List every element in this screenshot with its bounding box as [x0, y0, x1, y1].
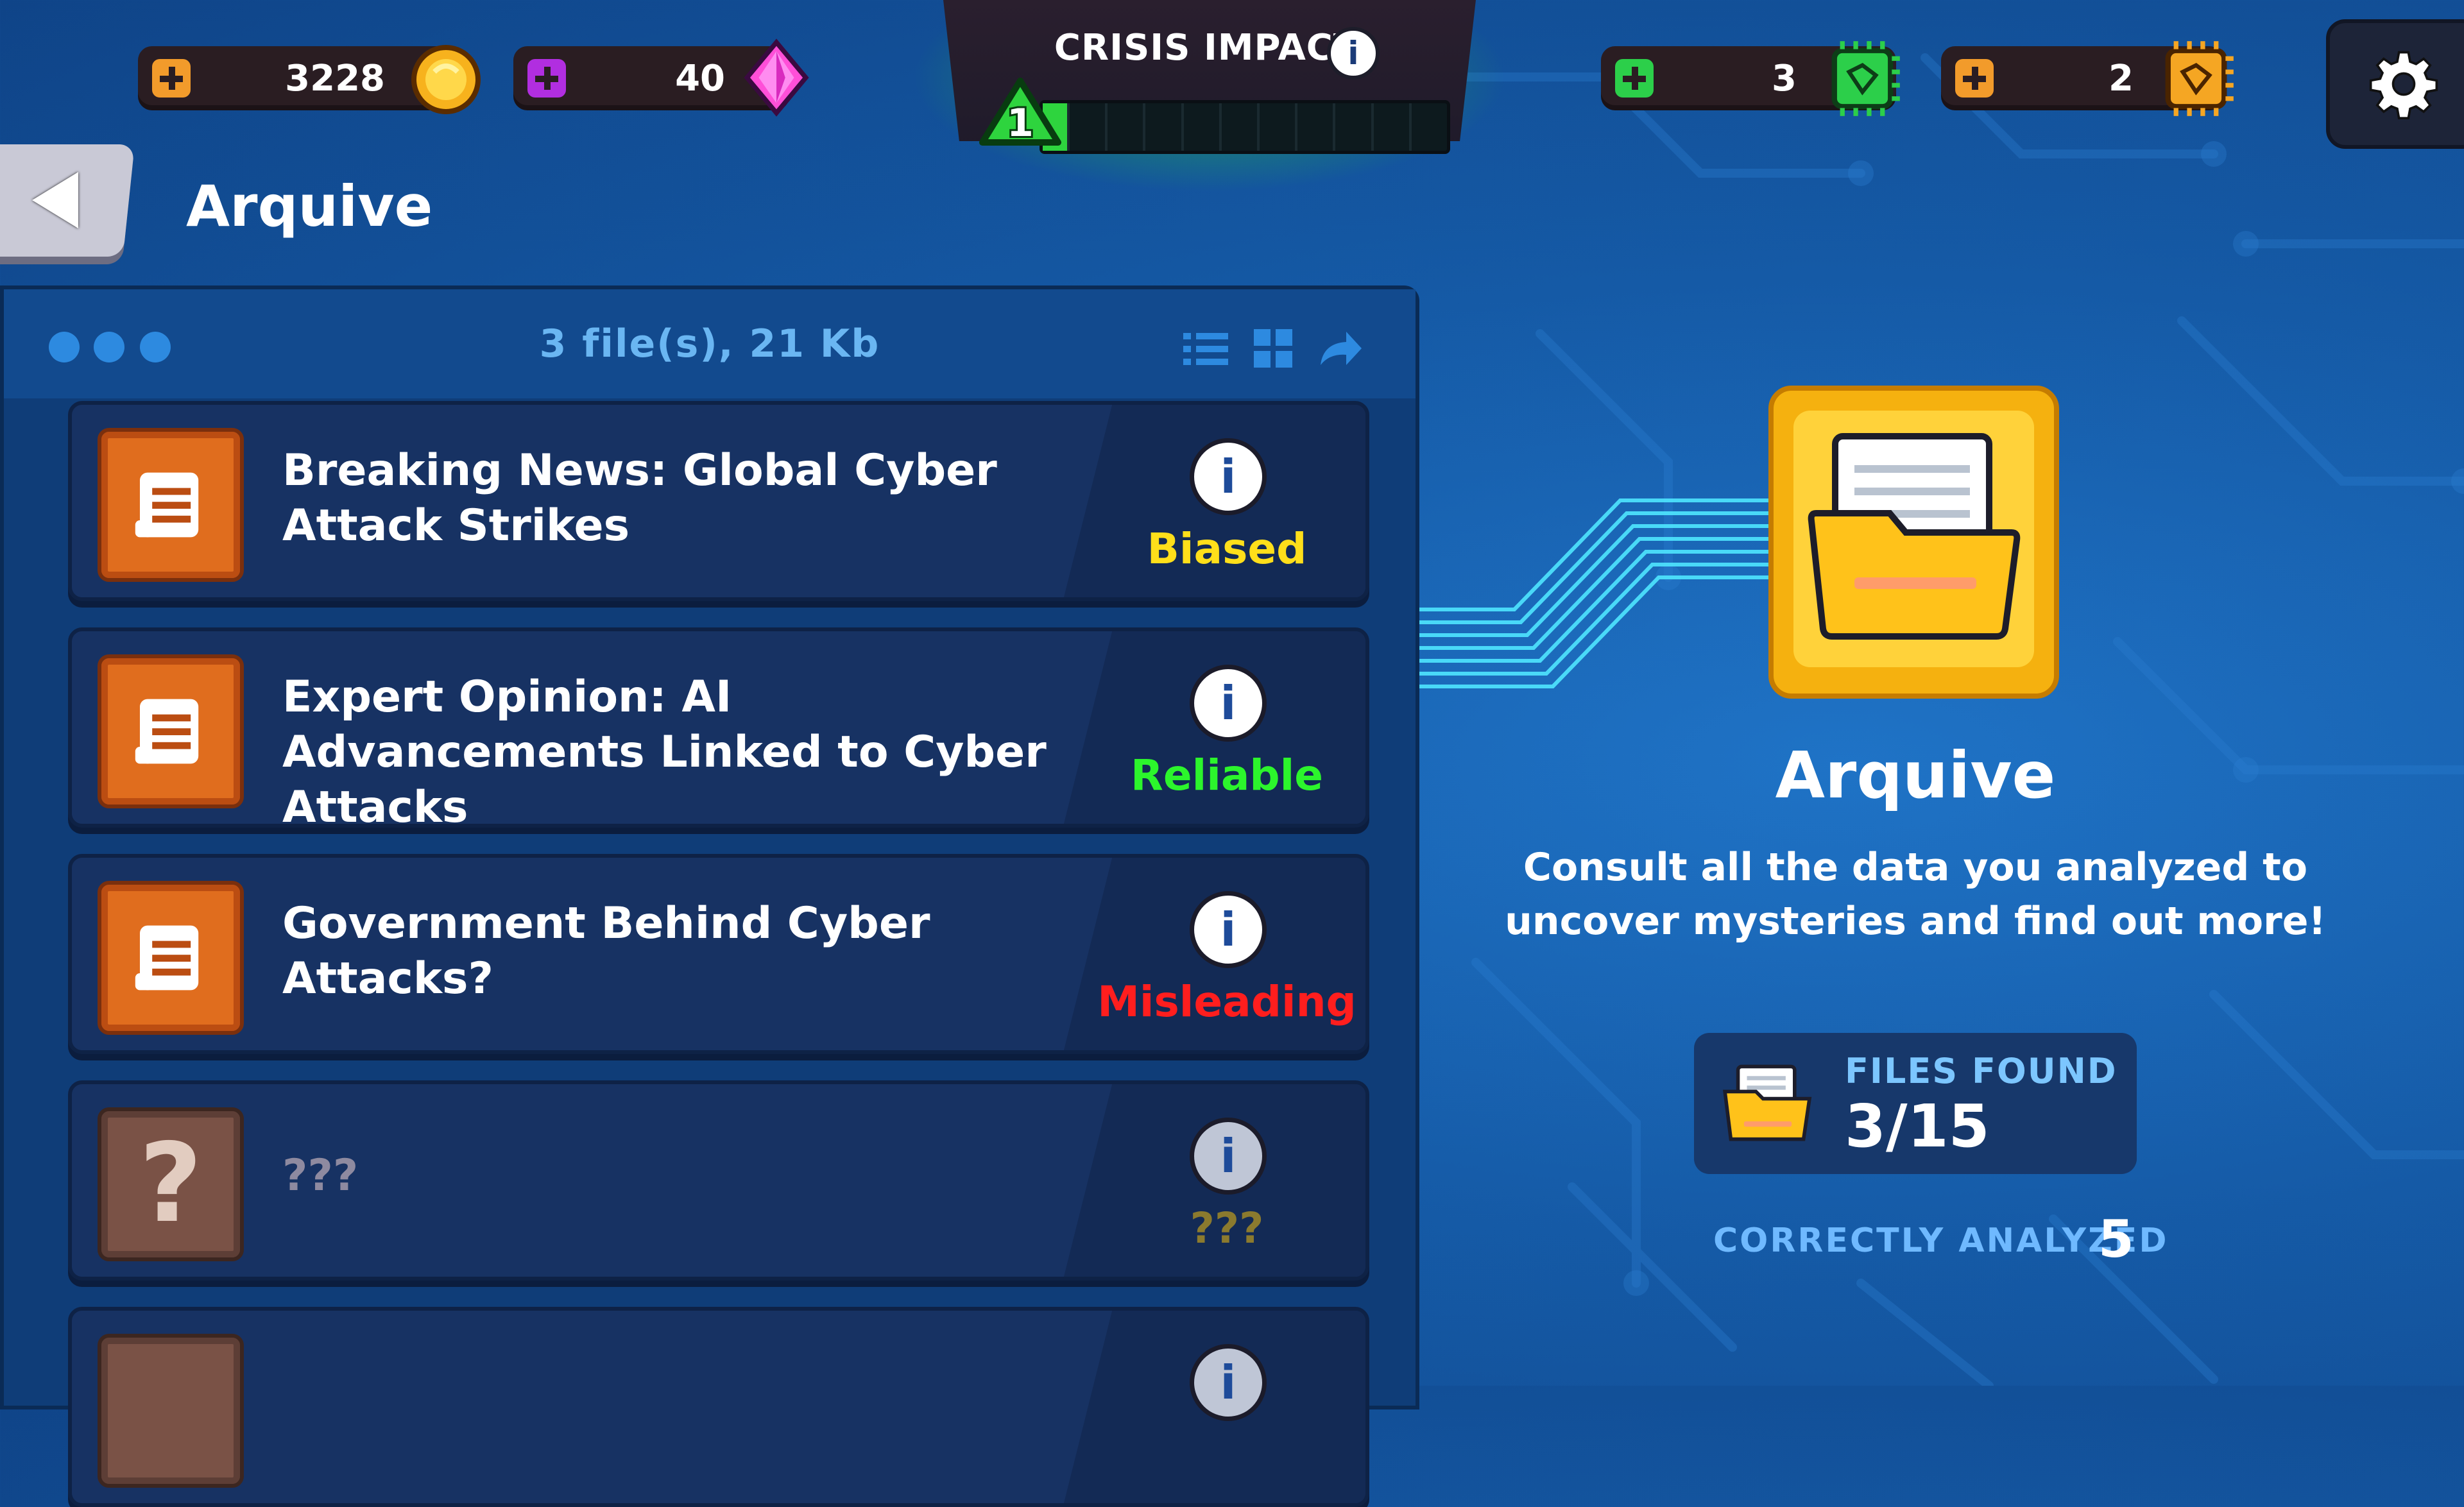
orange-chips-counter: 2	[1941, 41, 2234, 116]
file-rating: Biased	[1147, 524, 1307, 574]
files-found-label: FILES FOUND	[1845, 1051, 2118, 1091]
correctly-analyzed-value: 5	[2098, 1209, 2134, 1269]
coins-value: 3228	[285, 58, 385, 99]
green-chip-icon	[1831, 41, 1900, 116]
gear-icon	[2369, 51, 2438, 119]
settings-button[interactable]	[2326, 19, 2464, 149]
file-row-2[interactable]: Expert Opinion: AI Advancements Linked t…	[68, 627, 1369, 828]
file-title: Expert Opinion: AI Advancements Linked t…	[282, 672, 1047, 828]
orange-chip-icon	[2165, 41, 2234, 116]
file-row-3[interactable]: Government Behind Cyber Attacks? i Misle…	[68, 854, 1369, 1054]
file-row-partial[interactable]: i	[68, 1307, 1369, 1507]
file-info-button[interactable]: i	[1190, 1344, 1267, 1421]
page-title: Arquive	[186, 173, 433, 239]
green-chips-counter: 3	[1601, 41, 1900, 116]
files-found-value: 3/15	[1845, 1092, 1990, 1161]
window-dot	[140, 332, 171, 362]
archive-description: Consult all the data you analyzed to unc…	[1505, 845, 2326, 944]
orange-chips-value: 2	[2109, 58, 2134, 99]
folder-icon	[1722, 1064, 1812, 1141]
file-title: ???	[282, 1150, 359, 1201]
file-info-button[interactable]: i	[1190, 438, 1267, 515]
add-gems-button[interactable]	[527, 59, 566, 98]
add-orange-chips-button[interactable]	[1955, 59, 1994, 98]
question-mark-icon	[98, 1334, 244, 1488]
window-dot	[49, 332, 80, 362]
file-rating: Reliable	[1131, 751, 1323, 800]
file-row-1[interactable]: Breaking News: Global Cyber Attack Strik…	[68, 401, 1369, 601]
file-document-icon	[98, 881, 244, 1035]
file-rating: ???	[1190, 1204, 1264, 1253]
gems-value: 40	[675, 58, 725, 99]
file-info-button[interactable]: i	[1190, 1118, 1267, 1195]
file-document-icon	[98, 428, 244, 582]
crisis-level-badge: 1	[979, 78, 1061, 148]
crisis-progress-bar	[1040, 100, 1450, 154]
file-info-button[interactable]: i	[1190, 891, 1267, 968]
share-icon[interactable]	[1318, 329, 1363, 368]
back-arrow-icon	[32, 172, 78, 228]
coins-counter: 3228	[138, 45, 481, 114]
gold-coin-icon	[411, 45, 481, 114]
files-found-card: FILES FOUND 3/15	[1694, 1033, 2137, 1174]
gems-counter: 40	[513, 38, 809, 117]
archive-title: Arquive	[1775, 738, 2056, 813]
crisis-info-button[interactable]: i	[1327, 27, 1380, 80]
files-summary: 3 file(s), 21 Kb	[539, 321, 880, 366]
file-document-icon	[98, 654, 244, 808]
file-info-button[interactable]: i	[1190, 665, 1267, 742]
file-rating: Misleading	[1097, 977, 1356, 1026]
pink-gem-icon	[744, 38, 809, 117]
archive-folder-icon	[1768, 386, 2059, 699]
question-mark-icon: ?	[98, 1107, 244, 1261]
crisis-level-value: 1	[1007, 101, 1034, 146]
window-dot	[94, 332, 124, 362]
file-title: Breaking News: Global Cyber Attack Strik…	[282, 445, 997, 551]
grid-view-icon[interactable]	[1254, 329, 1292, 368]
file-row-locked[interactable]: ? ??? i ???	[68, 1080, 1369, 1281]
add-green-chips-button[interactable]	[1615, 59, 1654, 98]
list-view-icon[interactable]	[1183, 330, 1228, 369]
add-coins-button[interactable]	[152, 59, 191, 98]
file-title: Government Behind Cyber Attacks?	[282, 898, 930, 1004]
green-chips-value: 3	[1772, 58, 1797, 99]
